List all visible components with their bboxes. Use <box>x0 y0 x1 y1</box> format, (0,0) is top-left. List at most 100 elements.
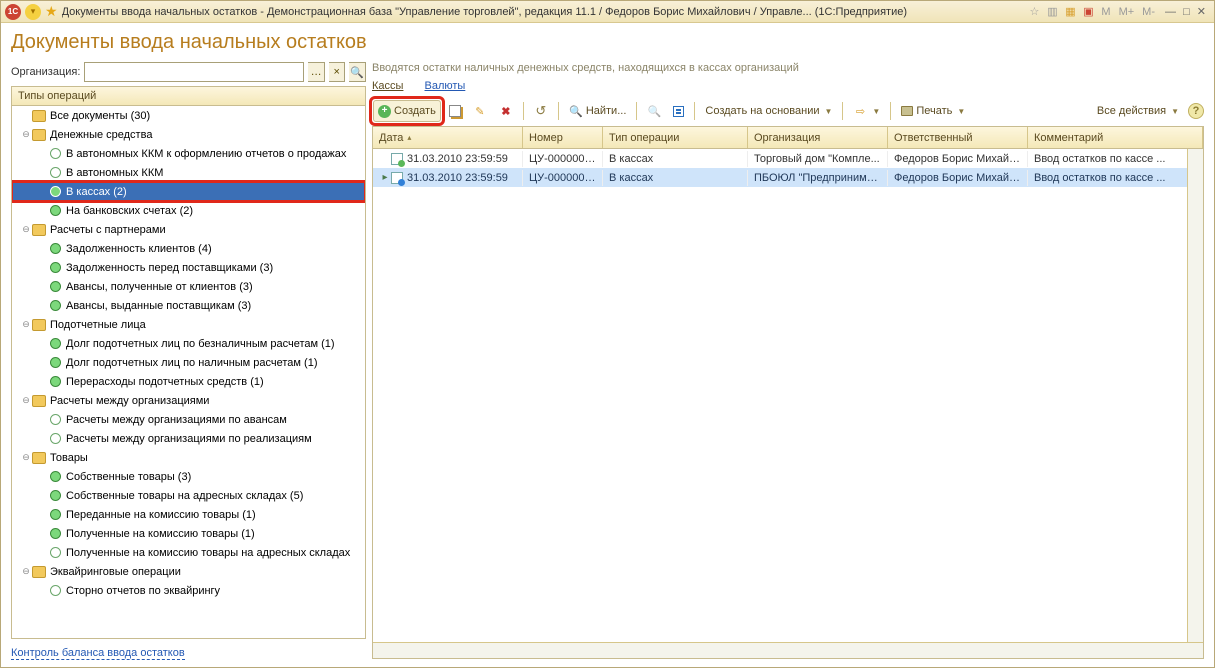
tree-node[interactable]: Собственные товары (3) <box>12 467 365 486</box>
table-row[interactable]: ▸31.03.2010 23:59:59ЦУ-00000032В кассахП… <box>373 168 1203 187</box>
status-dot-icon <box>50 528 61 539</box>
org-input[interactable] <box>84 62 304 82</box>
org-clear-button[interactable]: × <box>329 62 346 82</box>
app-dropdown-icon[interactable]: ▾ <box>25 4 41 20</box>
tree-node[interactable]: ⊖ Подотчетные лица <box>12 315 365 334</box>
status-dot-icon <box>50 167 61 178</box>
col-org[interactable]: Организация <box>748 127 888 148</box>
minimize-button[interactable]: — <box>1163 6 1178 18</box>
edit-button[interactable]: ✎ <box>468 100 492 122</box>
create-button[interactable]: + Создать <box>373 100 441 122</box>
tree-node[interactable]: Собственные товары на адресных складах (… <box>12 486 365 505</box>
status-dot-icon <box>50 357 61 368</box>
star-icon[interactable]: ☆ <box>1028 5 1042 18</box>
tree-node[interactable]: На банковских счетах (2) <box>12 201 365 220</box>
tree-node[interactable]: Авансы, выданные поставщикам (3) <box>12 296 365 315</box>
page-title: Документы ввода начальных остатков <box>11 31 1204 54</box>
status-dot-icon <box>50 281 61 292</box>
mem-m[interactable]: M <box>1099 6 1112 18</box>
col-resp[interactable]: Ответственный <box>888 127 1028 148</box>
tree-node[interactable]: Перерасходы подотчетных средств (1) <box>12 372 365 391</box>
cell-number: ЦУ-00000031 <box>523 151 603 167</box>
balance-control-link[interactable]: Контроль баланса ввода остатков <box>11 647 185 660</box>
tree-node-label: Расчеты между организациями по реализаци… <box>66 433 312 445</box>
refresh-button[interactable]: ↺ <box>529 100 553 122</box>
tree-node[interactable]: Полученные на комиссию товары (1) <box>12 524 365 543</box>
tree-node[interactable]: Переданные на комиссию товары (1) <box>12 505 365 524</box>
org-find-button[interactable]: 🔍 <box>349 62 366 82</box>
folder-icon <box>32 395 46 407</box>
tree-toggle-icon[interactable]: ⊖ <box>20 319 32 330</box>
tree-node[interactable]: ⊖Эквайринговые операции <box>12 562 365 581</box>
help-button[interactable]: ? <box>1188 103 1204 119</box>
col-number[interactable]: Номер <box>523 127 603 148</box>
tree-toggle-icon[interactable]: ⊖ <box>20 129 32 140</box>
calendar-icon[interactable]: ▣ <box>1081 5 1095 19</box>
tree-node[interactable]: Задолженность перед поставщиками (3) <box>12 258 365 277</box>
tree-node[interactable]: Расчеты между организациями по авансам <box>12 410 365 429</box>
tree-node[interactable]: Долг подотчетных лиц по наличным расчета… <box>12 353 365 372</box>
system-titlebar: 1C ▾ ★ Документы ввода начальных остатко… <box>1 1 1214 23</box>
vertical-scrollbar[interactable] <box>1187 149 1203 642</box>
col-date[interactable]: Дата▴ <box>373 127 523 148</box>
tree-node[interactable]: Расчеты между организациями по реализаци… <box>12 429 365 448</box>
cell-resp: Федоров Борис Михайл... <box>888 151 1028 167</box>
tree-node-label: Подотчетные лица <box>50 319 146 331</box>
tree-node-label: Авансы, полученные от клиентов (3) <box>66 281 253 293</box>
tree-node[interactable]: Задолженность клиентов (4) <box>12 239 365 258</box>
tree-node[interactable]: Сторно отчетов по эквайрингу <box>12 581 365 600</box>
cell-comment: Ввод остатков по кассе ... <box>1028 170 1203 186</box>
tree-node-label: Собственные товары на адресных складах (… <box>66 490 303 502</box>
status-dot-icon <box>50 243 61 254</box>
tree-node-label: Расчеты с партнерами <box>50 224 166 236</box>
goto-button[interactable]: ⇨▼ <box>848 100 885 122</box>
close-button[interactable]: ✕ <box>1195 6 1208 18</box>
tree-toggle-icon[interactable]: ⊖ <box>20 566 32 577</box>
operation-type-tree[interactable]: Все документы (30)⊖Денежные средстваВ ав… <box>11 106 366 639</box>
app-1c-icon[interactable]: 1C <box>5 4 21 20</box>
pencil-icon: ✎ <box>473 104 487 118</box>
org-select-button[interactable]: … <box>308 62 325 82</box>
list-settings-button[interactable] <box>668 100 689 122</box>
tree-toggle-icon[interactable]: ⊖ <box>20 452 32 463</box>
refresh-icon: ↺ <box>534 104 548 118</box>
print-button[interactable]: Печать▼ <box>896 100 970 122</box>
tab-valuty[interactable]: Валюты <box>425 80 466 92</box>
tree-toggle-icon[interactable]: ⊖ <box>20 395 32 406</box>
tab-kassy[interactable]: Кассы <box>372 80 403 92</box>
cancel-find-button[interactable]: 🔍 <box>642 100 666 122</box>
status-dot-icon <box>50 490 61 501</box>
calc-icon[interactable]: ▦ <box>1063 5 1077 19</box>
tree-node[interactable]: Полученные на комиссию товары на адресны… <box>12 543 365 562</box>
tree-node[interactable]: Авансы, полученные от клиентов (3) <box>12 277 365 296</box>
tree-node[interactable]: ⊖ Расчеты с партнерами <box>12 220 365 239</box>
tree-node[interactable]: ⊖Денежные средства <box>12 125 365 144</box>
tree-toggle-icon[interactable]: ⊖ <box>20 224 32 235</box>
tool-icon[interactable]: ▥ <box>1045 5 1059 19</box>
search-cancel-icon: 🔍 <box>647 104 661 118</box>
favorites-star-icon[interactable]: ★ <box>45 3 58 20</box>
tree-node[interactable]: В автономных ККМ <box>12 163 365 182</box>
tree-node[interactable]: Долг подотчетных лиц по безналичным расч… <box>12 334 365 353</box>
table-row[interactable]: 31.03.2010 23:59:59ЦУ-00000031В кассахТо… <box>373 149 1203 168</box>
delete-button[interactable]: ✖ <box>494 100 518 122</box>
folder-icon <box>32 566 46 578</box>
status-dot-icon <box>50 414 61 425</box>
copy-button[interactable] <box>444 100 466 122</box>
tree-node[interactable]: ⊖Расчеты между организациями <box>12 391 365 410</box>
all-actions-button[interactable]: Все действия▼ <box>1092 100 1184 122</box>
col-type[interactable]: Тип операции <box>603 127 748 148</box>
tree-node[interactable]: В автономных ККМ к оформлению отчетов о … <box>12 144 365 163</box>
status-dot-icon <box>50 338 61 349</box>
horizontal-scrollbar[interactable] <box>373 642 1203 658</box>
tree-node[interactable]: В кассах (2) <box>12 182 365 201</box>
col-comment[interactable]: Комментарий <box>1028 127 1203 148</box>
mem-mplus[interactable]: M+ <box>1117 6 1137 18</box>
mem-mminus[interactable]: M- <box>1140 6 1157 18</box>
tree-node[interactable]: ⊖Товары <box>12 448 365 467</box>
create-based-button[interactable]: Создать на основании▼ <box>700 100 837 122</box>
tree-node[interactable]: Все документы (30) <box>12 106 365 125</box>
copy-icon <box>449 105 461 117</box>
maximize-button[interactable]: □ <box>1181 6 1192 18</box>
find-button[interactable]: 🔍 Найти... <box>564 100 632 122</box>
